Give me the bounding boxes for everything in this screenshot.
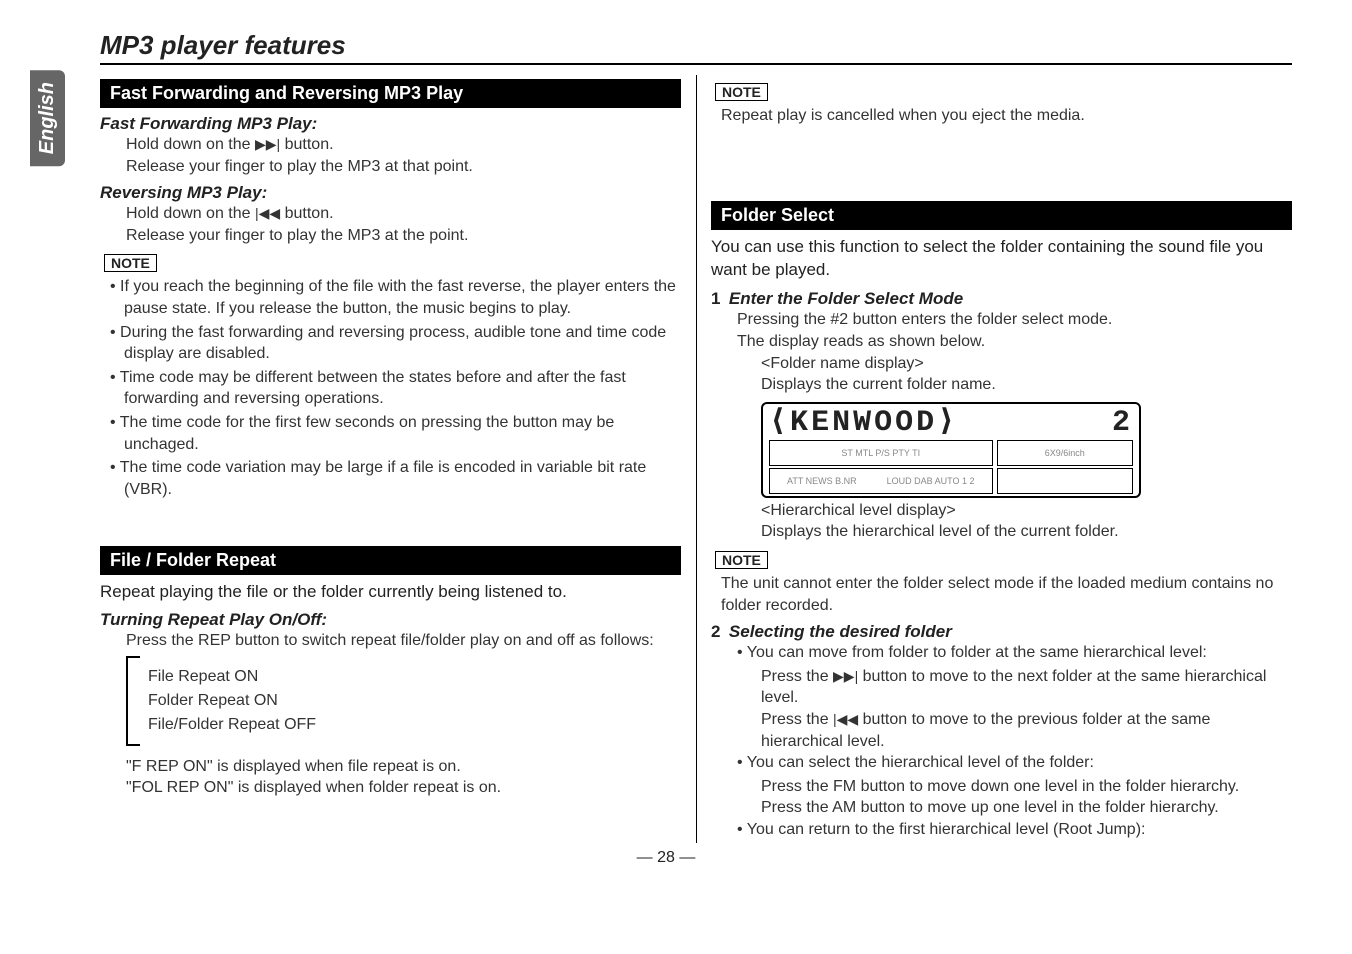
next-track-icon: ▶▶| xyxy=(833,668,858,684)
section-folder-select: Folder Select xyxy=(711,201,1292,230)
lcd-main-text: ⟨KENWOOD⟩ xyxy=(769,408,958,438)
note2: The unit cannot enter the folder select … xyxy=(721,573,1292,616)
note1-item: If you reach the beginning of the file w… xyxy=(110,276,681,319)
step2-b3: You can return to the first hierarchical… xyxy=(737,819,1292,841)
lcd-seg-b: ATT NEWS B.NR xyxy=(787,476,857,486)
rev-line1-pre: Hold down on the xyxy=(126,205,255,222)
rev-line1-post: button. xyxy=(280,205,333,222)
note-label-1: NOTE xyxy=(104,254,157,272)
step2-b1: You can move from folder to folder at th… xyxy=(737,642,1292,664)
cycle-item: Folder Repeat ON xyxy=(148,692,316,710)
note1-item: Time code may be different between the s… xyxy=(110,367,681,410)
step1-l1: Pressing the #2 button enters the folder… xyxy=(737,309,1292,331)
note-label-top: NOTE xyxy=(715,83,768,101)
note1-item: During the fast forwarding and reversing… xyxy=(110,322,681,365)
b1a-pre: Press the xyxy=(761,668,833,685)
step2-b1b: Press the |◀◀ button to move to the prev… xyxy=(761,709,1292,752)
prev-track-icon: |◀◀ xyxy=(833,711,858,727)
lcd-seg-right: 6X9/6inch xyxy=(997,440,1134,466)
caption-top2: Displays the current folder name. xyxy=(761,374,1292,396)
step2-b1a: Press the ▶▶| button to move to the next… xyxy=(761,666,1292,709)
lcd-display: ⟨KENWOOD⟩ 2 ST MTL P/S PTY TI 6X9/6inch … xyxy=(761,402,1141,498)
repeat-cycle: File Repeat ON Folder Repeat ON File/Fol… xyxy=(126,656,681,746)
left-column: Fast Forwarding and Reversing MP3 Play F… xyxy=(100,75,681,843)
lcd-main-right: 2 xyxy=(1112,408,1133,438)
note-label-2: NOTE xyxy=(715,551,768,569)
ff-title: Fast Forwarding MP3 Play: xyxy=(100,114,681,134)
column-divider xyxy=(696,75,697,843)
lcd-seg-left2: ATT NEWS B.NR LOUD DAB AUTO 1 2 xyxy=(769,468,993,494)
right-column: NOTE Repeat play is cancelled when you e… xyxy=(711,75,1292,843)
page-title: MP3 player features xyxy=(100,30,1292,65)
step2-num: 2 xyxy=(711,622,720,641)
note1-item: The time code variation may be large if … xyxy=(110,457,681,500)
note-top: Repeat play is cancelled when you eject … xyxy=(721,105,1292,127)
lcd-seg-right2 xyxy=(997,468,1134,494)
step2-b2a: Press the FM button to move down one lev… xyxy=(761,776,1292,798)
step2-bullets2: You can select the hierarchical level of… xyxy=(737,752,1292,774)
note-list-1: If you reach the beginning of the file w… xyxy=(110,276,681,500)
ff-line1: Hold down on the ▶▶| button. xyxy=(126,134,681,156)
page-number: — 28 — xyxy=(40,849,1292,867)
rev-line1: Hold down on the |◀◀ button. xyxy=(126,203,681,225)
step2-bullets3: You can return to the first hierarchical… xyxy=(737,819,1292,841)
next-track-icon: ▶▶| xyxy=(255,136,280,152)
ff-line1-post: button. xyxy=(280,136,333,153)
step1-num: 1 xyxy=(711,289,720,308)
section-file-folder-repeat: File / Folder Repeat xyxy=(100,546,681,575)
b1b-pre: Press the xyxy=(761,711,833,728)
caption-bot2: Displays the hierarchical level of the c… xyxy=(761,521,1292,543)
ff-line1-pre: Hold down on the xyxy=(126,136,255,153)
sec2-intro: Repeat playing the file or the folder cu… xyxy=(100,581,681,604)
lcd-seg-a: ST MTL P/S PTY TI xyxy=(841,448,920,458)
step2-title: Selecting the desired folder xyxy=(729,622,952,641)
caption-top1: <Folder name display> xyxy=(761,353,1292,375)
prev-track-icon: |◀◀ xyxy=(255,205,280,221)
section-fast-forward: Fast Forwarding and Reversing MP3 Play xyxy=(100,79,681,108)
step2-b2b: Press the AM button to move up one level… xyxy=(761,797,1292,819)
rev-line2: Release your finger to play the MP3 at t… xyxy=(126,225,681,247)
rev-title: Reversing MP3 Play: xyxy=(100,183,681,203)
language-tab: English xyxy=(30,70,65,166)
caption-bot1: <Hierarchical level display> xyxy=(761,500,1292,522)
ff-line2: Release your finger to play the MP3 at t… xyxy=(126,156,681,178)
step1-l2: The display reads as shown below. xyxy=(737,331,1292,353)
step2-b2: You can select the hierarchical level of… xyxy=(737,752,1292,774)
toggle-title: Turning Repeat Play On/Off: xyxy=(100,610,681,630)
cycle-item: File Repeat ON xyxy=(148,668,316,686)
step2-bullets: You can move from folder to folder at th… xyxy=(737,642,1292,664)
step1-title: Enter the Folder Select Mode xyxy=(729,289,963,308)
disp2: "FOL REP ON" is displayed when folder re… xyxy=(126,777,681,799)
toggle-body: Press the REP button to switch repeat fi… xyxy=(126,630,681,652)
cycle-bracket-icon xyxy=(126,656,140,746)
note1-item: The time code for the first few seconds … xyxy=(110,412,681,455)
sec3-intro: You can use this function to select the … xyxy=(711,236,1292,282)
lcd-seg-d: 6X9/6inch xyxy=(1045,448,1085,458)
lcd-seg-c: LOUD DAB AUTO 1 2 xyxy=(887,476,975,486)
cycle-item: File/Folder Repeat OFF xyxy=(148,716,316,734)
disp1: "F REP ON" is displayed when file repeat… xyxy=(126,756,681,778)
lcd-seg-left: ST MTL P/S PTY TI xyxy=(769,440,993,466)
